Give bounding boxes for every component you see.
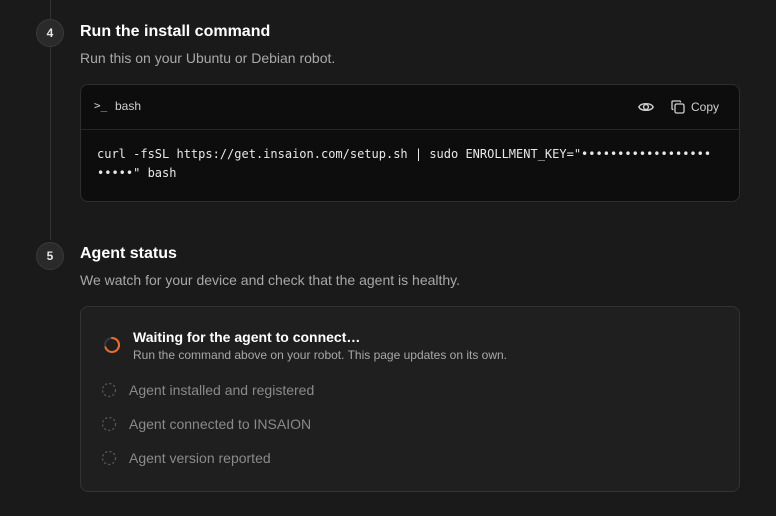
code-block-header: >_ bash Copy (81, 85, 739, 130)
pending-circle-icon (101, 382, 117, 398)
reveal-key-button[interactable] (637, 98, 655, 116)
loading-spinner-icon (104, 337, 121, 353)
copy-icon (671, 100, 685, 114)
waiting-status-title: Waiting for the agent to connect… (133, 329, 361, 345)
copy-command-button[interactable]: Copy (671, 97, 719, 117)
step-4-badge: 4 (36, 19, 64, 47)
step-5-description: We watch for your device and check that … (80, 272, 461, 288)
agent-setup-page: 4 Run the install command Run this on yo… (0, 0, 776, 516)
step-4-description: Run this on your Ubuntu or Debian robot. (80, 50, 336, 66)
agent-status-card: Waiting for the agent to connect… Run th… (80, 306, 740, 492)
install-command-block: >_ bash Copy curl -fsSL https://get.insa… (80, 84, 740, 202)
install-command-text[interactable]: curl -fsSL https://get.insaion.com/setup… (97, 145, 727, 183)
check-item-label: Agent installed and registered (129, 382, 315, 398)
check-item-version: Agent version reported (101, 448, 271, 468)
waiting-status-subtitle: Run the command above on your robot. Thi… (133, 348, 508, 362)
terminal-prompt-icon: >_ (94, 99, 108, 112)
pending-circle-icon (101, 450, 117, 466)
pending-circle-icon (101, 416, 117, 432)
copy-button-label: Copy (691, 100, 720, 114)
step-4-title: Run the install command (80, 23, 271, 40)
step-5-badge: 5 (36, 242, 64, 270)
eye-icon (638, 103, 654, 111)
check-item-connected: Agent connected to INSAION (101, 414, 311, 434)
check-item-installed: Agent installed and registered (101, 380, 314, 400)
check-item-label: Agent version reported (129, 450, 271, 466)
check-item-label: Agent connected to INSAION (129, 416, 312, 432)
step-5-title: Agent status (80, 245, 177, 262)
code-language-label: bash (115, 99, 142, 113)
